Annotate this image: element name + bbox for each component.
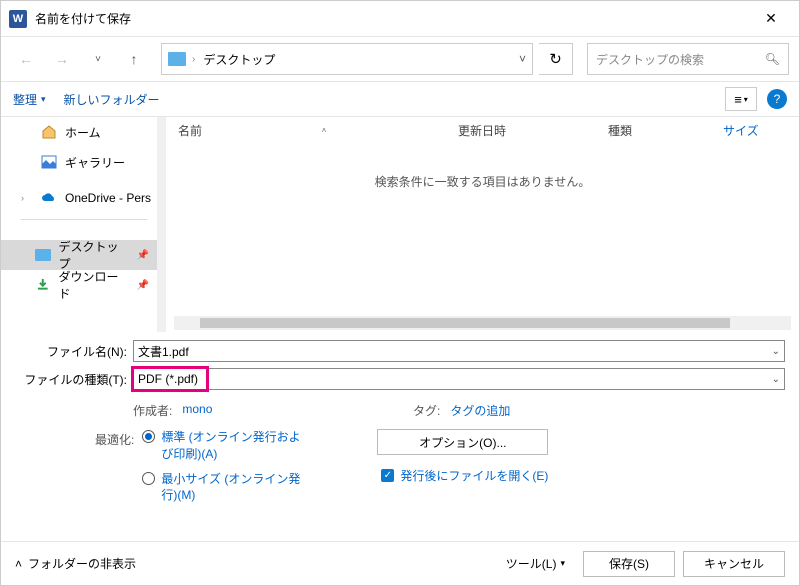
close-button[interactable]: ✕ xyxy=(751,5,791,33)
dialog-title: 名前を付けて保存 xyxy=(35,10,131,27)
sort-indicator-icon: ˄ xyxy=(322,126,327,135)
column-header-type[interactable]: 種類 xyxy=(596,122,711,139)
search-input[interactable]: デスクトップの検索 🔍︎ xyxy=(587,43,789,75)
sidebar-item-desktop[interactable]: デスクトップ 📌 xyxy=(1,240,157,270)
nav-back-button[interactable]: ← xyxy=(11,44,41,74)
search-icon: 🔍︎ xyxy=(765,52,780,66)
optimize-standard-radio[interactable]: 標準 (オンライン発行および印刷)(A) xyxy=(142,429,312,463)
column-header-row: 名前˄ 更新日時 種類 サイズ xyxy=(166,117,799,143)
cloud-icon xyxy=(41,190,57,206)
desktop-icon xyxy=(35,249,51,261)
filename-label: ファイル名(N): xyxy=(15,343,133,360)
nav-forward-button[interactable]: → xyxy=(47,44,77,74)
sidebar-item-gallery[interactable]: ギャラリー xyxy=(1,147,157,177)
filename-input[interactable]: 文書1.pdf ⌄ xyxy=(133,340,785,362)
sidebar-label-gallery: ギャラリー xyxy=(65,154,125,171)
help-button[interactable]: ? xyxy=(767,89,787,109)
sidebar-item-onedrive[interactable]: › OneDrive - Pers xyxy=(1,183,157,213)
hide-folders-toggle[interactable]: ˄ フォルダーの非表示 xyxy=(15,555,136,572)
optimize-minimum-radio[interactable]: 最小サイズ (オンライン発行)(M) xyxy=(142,471,312,505)
new-folder-button[interactable]: 新しいフォルダー xyxy=(64,91,160,108)
sidebar-label-onedrive: OneDrive - Pers xyxy=(65,191,151,205)
search-placeholder: デスクトップの検索 xyxy=(596,51,704,68)
sidebar-item-downloads[interactable]: ダウンロード 📌 xyxy=(1,270,157,300)
radio-icon xyxy=(142,430,155,443)
chevron-up-icon: ˄ xyxy=(15,557,22,571)
filename-dropdown-icon[interactable]: ⌄ xyxy=(772,346,780,357)
breadcrumb-desktop[interactable]: デスクトップ xyxy=(201,51,277,68)
save-button[interactable]: 保存(S) xyxy=(583,551,675,577)
nav-recent-button[interactable]: ˅ xyxy=(83,44,113,74)
gallery-icon xyxy=(41,154,57,170)
tag-add-link[interactable]: タグの追加 xyxy=(450,402,510,419)
radio-icon xyxy=(142,472,155,485)
column-header-date[interactable]: 更新日時 xyxy=(446,122,596,139)
sidebar-item-home[interactable]: ホーム xyxy=(1,117,157,147)
expand-icon[interactable]: › xyxy=(21,193,33,203)
breadcrumb-bar[interactable]: › デスクトップ ˅ xyxy=(161,43,533,75)
sidebar-label-home: ホーム xyxy=(65,124,101,141)
breadcrumb-dropdown-icon[interactable]: ˅ xyxy=(519,52,526,66)
organize-menu[interactable]: 整理▾ xyxy=(13,91,46,108)
tag-label: タグ: xyxy=(413,402,440,419)
options-button[interactable]: オプション(O)... xyxy=(377,429,548,455)
chevron-right-icon: › xyxy=(192,54,195,65)
filetype-dropdown-icon[interactable]: ⌄ xyxy=(772,374,780,385)
sidebar-label-desktop: デスクトップ xyxy=(59,238,129,272)
sidebar-separator xyxy=(21,219,147,220)
open-after-publish-checkbox[interactable]: ✓ 発行後にファイルを開く(E) xyxy=(381,467,548,484)
author-label: 作成者: xyxy=(133,402,172,419)
author-value[interactable]: mono xyxy=(182,402,212,416)
home-icon xyxy=(41,124,57,140)
download-icon xyxy=(35,277,51,293)
folder-icon xyxy=(168,52,186,66)
column-header-name[interactable]: 名前˄ xyxy=(166,122,446,139)
sidebar-label-downloads: ダウンロード xyxy=(59,268,129,302)
filetype-label: ファイルの種類(T): xyxy=(15,371,133,388)
word-app-icon: W xyxy=(9,10,27,28)
checkbox-checked-icon: ✓ xyxy=(381,469,394,482)
pin-icon: 📌 xyxy=(137,250,149,261)
nav-up-button[interactable]: ↑ xyxy=(119,44,149,74)
cancel-button[interactable]: キャンセル xyxy=(683,551,785,577)
filetype-select[interactable]: PDF (*.pdf) ⌄ xyxy=(133,368,785,390)
tools-menu[interactable]: ツール(L)▾ xyxy=(506,555,565,572)
view-mode-button[interactable]: ≡ ▾ xyxy=(725,87,757,111)
empty-list-message: 検索条件に一致する項目はありません。 xyxy=(166,173,799,190)
pin-icon: 📌 xyxy=(137,280,149,291)
horizontal-scrollbar[interactable] xyxy=(174,316,791,330)
refresh-button[interactable]: ↻ xyxy=(539,43,573,75)
sidebar-scrollbar[interactable] xyxy=(157,117,165,332)
column-header-size[interactable]: サイズ xyxy=(711,122,761,139)
optimize-label: 最適化: xyxy=(95,429,134,448)
